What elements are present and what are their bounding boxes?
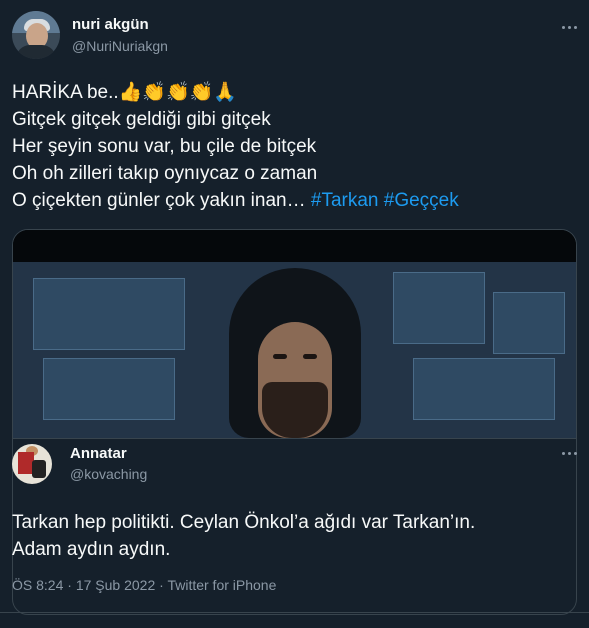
- tweet-line-3: Her şeyin sonu var, bu çile de bitçek: [12, 136, 317, 157]
- tweet-source[interactable]: Twitter for iPhone: [167, 577, 276, 593]
- tweet-line-1: HARİKA be..👍👏👏👏🙏: [12, 82, 237, 103]
- meta-separator: ·: [155, 577, 168, 593]
- meta-separator: ·: [63, 577, 76, 593]
- author-handle[interactable]: @NuriNuriakgn: [72, 38, 168, 54]
- tweet-line-4: Oh oh zilleri takıp oynıycaz o zaman: [12, 163, 318, 184]
- tweet-date[interactable]: 17 Şub 2022: [76, 577, 155, 593]
- tweet-meta: ÖS 8:24 · 17 Şub 2022 · Twitter for iPho…: [12, 577, 276, 593]
- author-avatar[interactable]: [12, 11, 60, 59]
- author-name[interactable]: nuri akgün: [72, 16, 149, 33]
- tweet-time[interactable]: ÖS 8:24: [12, 577, 63, 593]
- tweet-line-5: O çiçekten günler çok yakın inan… #Tarka…: [12, 187, 577, 214]
- quoted-author-name[interactable]: Annatar: [70, 445, 127, 462]
- hashtag-geccek[interactable]: #Geççek: [384, 190, 459, 211]
- quoted-more-dots-icon[interactable]: [562, 452, 577, 455]
- tweet-line-2: Gitçek gitçek geldiği gibi gitçek: [12, 109, 271, 130]
- quoted-line-2: Adam aydın aydın.: [12, 539, 171, 560]
- quoted-author-handle[interactable]: @kovaching: [70, 466, 147, 482]
- video-thumbnail[interactable]: [13, 230, 576, 438]
- more-dots-icon[interactable]: [562, 26, 577, 29]
- tweet-text: HARİKA be..👍👏👏👏🙏 Gitçek gitçek geldiği g…: [12, 79, 577, 214]
- hashtag-tarkan[interactable]: #Tarkan: [311, 190, 379, 211]
- quoted-tweet-text: Tarkan hep politikti. Ceylan Önkol’a ağı…: [12, 509, 572, 563]
- quoted-author-avatar[interactable]: [12, 444, 52, 484]
- quoted-line-1: Tarkan hep politikti. Ceylan Önkol’a ağı…: [12, 512, 476, 533]
- tweet-line-5-text: O çiçekten günler çok yakın inan…: [12, 190, 311, 211]
- divider: [0, 612, 589, 613]
- divider: [13, 438, 576, 439]
